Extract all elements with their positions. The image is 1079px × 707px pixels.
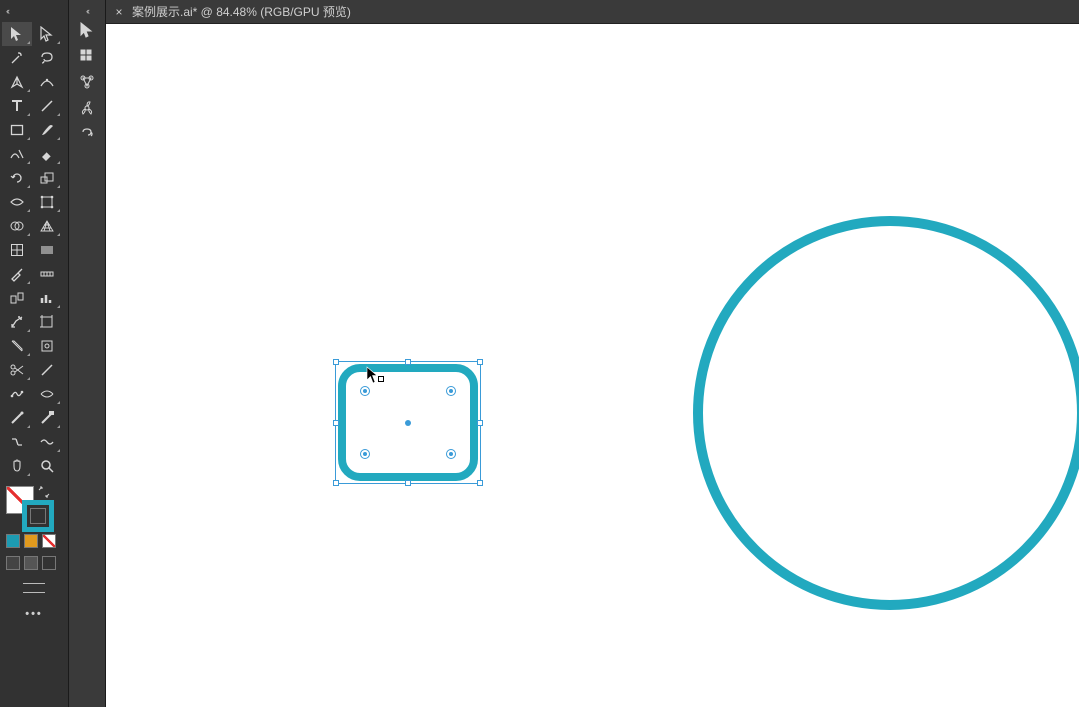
shape-builder-tool[interactable] <box>2 214 32 238</box>
artboard-tool[interactable] <box>32 310 62 334</box>
magic-wand-tool[interactable] <box>2 46 32 70</box>
color-mode-row <box>0 532 68 554</box>
paintbrush-tool[interactable] <box>32 118 62 142</box>
width-tool[interactable] <box>2 190 32 214</box>
shape-circle[interactable] <box>693 216 1079 610</box>
triangle-node-icon[interactable] <box>72 70 102 94</box>
draw-mode-row <box>0 554 68 572</box>
handle-bottom-mid[interactable] <box>405 480 411 486</box>
live-corner-tr[interactable] <box>446 386 456 396</box>
free-transform-tool[interactable] <box>32 190 62 214</box>
edit-toolbar-button[interactable]: ••• <box>0 598 68 630</box>
screen-mode-icon <box>23 583 45 593</box>
live-corner-tl[interactable] <box>360 386 370 396</box>
curvature-tool[interactable] <box>32 70 62 94</box>
free-transform-mesh-tool[interactable] <box>32 382 62 406</box>
swatch-color[interactable] <box>6 534 20 548</box>
draw-behind-icon[interactable] <box>24 556 38 570</box>
eyedropper-tool[interactable] <box>2 262 32 286</box>
perspective-grid-tool[interactable] <box>32 214 62 238</box>
swap-fill-stroke-icon[interactable] <box>38 486 50 498</box>
tool-panel: ‹‹ ••• <box>0 0 68 707</box>
swatch-gradient[interactable] <box>24 534 38 548</box>
path-eraser-tool[interactable] <box>32 406 62 430</box>
blend-tool[interactable] <box>2 286 32 310</box>
line-segment-tool[interactable] <box>32 94 62 118</box>
symbol-sprayer-tool[interactable] <box>2 310 32 334</box>
gradient-tool[interactable] <box>32 238 62 262</box>
stroke-swatch[interactable] <box>24 502 52 530</box>
puppet-warp-tool[interactable] <box>2 382 32 406</box>
shape-rounded-rectangle-selected[interactable] <box>338 364 478 481</box>
fill-stroke-control[interactable] <box>0 482 68 532</box>
hand-tool[interactable] <box>2 454 32 478</box>
document-area: × 案例展示.ai* @ 84.48% (RGB/GPU 预览) <box>106 0 1079 707</box>
live-corner-br[interactable] <box>446 449 456 459</box>
column-graph-tool[interactable] <box>32 286 62 310</box>
wrinkle-tool[interactable] <box>32 430 62 454</box>
handle-bottom-left[interactable] <box>333 480 339 486</box>
mesh-tool[interactable] <box>2 238 32 262</box>
shaper-tool[interactable] <box>2 142 32 166</box>
go-tool[interactable] <box>72 18 102 42</box>
rectangle-tool[interactable] <box>2 118 32 142</box>
scissors-tool[interactable] <box>2 358 32 382</box>
lasso-variant-icon[interactable] <box>72 122 102 146</box>
panel-collapse-left[interactable]: ‹‹ <box>0 4 68 18</box>
smooth-tool[interactable] <box>2 406 32 430</box>
pen-tool[interactable] <box>2 70 32 94</box>
measure-tool[interactable] <box>32 262 62 286</box>
tool-grid <box>0 18 68 482</box>
handle-mid-left[interactable] <box>333 420 339 426</box>
handle-top-left[interactable] <box>333 359 339 365</box>
draw-normal-icon[interactable] <box>6 556 20 570</box>
join-tool[interactable] <box>2 430 32 454</box>
artboard[interactable] <box>106 24 1079 707</box>
canvas[interactable] <box>106 24 1079 707</box>
eraser-tool[interactable] <box>32 142 62 166</box>
direct-selection-tool[interactable] <box>32 22 62 46</box>
selection-tool[interactable] <box>2 22 32 46</box>
live-corner-bl[interactable] <box>360 449 370 459</box>
handle-top-mid[interactable] <box>405 359 411 365</box>
document-tab-bar: × 案例展示.ai* @ 84.48% (RGB/GPU 预览) <box>106 0 1079 24</box>
handle-top-right[interactable] <box>477 359 483 365</box>
rotate-tool[interactable] <box>2 166 32 190</box>
handle-mid-right[interactable] <box>477 420 483 426</box>
handle-bottom-right[interactable] <box>477 480 483 486</box>
draw-inside-icon[interactable] <box>42 556 56 570</box>
lasso-tool[interactable] <box>32 46 62 70</box>
slice-tool[interactable] <box>2 334 32 358</box>
secondary-panel: ‹‹ <box>68 0 106 707</box>
document-tab-title[interactable]: 案例展示.ai* @ 84.48% (RGB/GPU 预览) <box>132 3 351 20</box>
zoom-tool[interactable] <box>32 454 62 478</box>
scale-tool[interactable] <box>32 166 62 190</box>
print-tiling-tool[interactable] <box>32 334 62 358</box>
panel-collapse-right[interactable]: ‹‹ <box>84 4 90 18</box>
center-point[interactable] <box>405 420 411 426</box>
swatch-none[interactable] <box>42 534 56 548</box>
type-tool[interactable] <box>2 94 32 118</box>
screen-mode-button[interactable] <box>0 578 68 598</box>
tab-close-button[interactable]: × <box>112 5 126 19</box>
propeller-icon[interactable] <box>72 96 102 120</box>
grid-icon[interactable] <box>72 44 102 68</box>
knife-tool[interactable] <box>32 358 62 382</box>
